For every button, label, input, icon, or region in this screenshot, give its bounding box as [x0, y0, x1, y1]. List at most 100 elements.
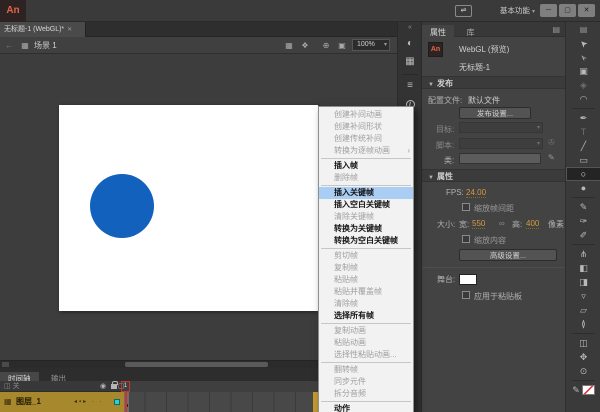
insert-keyframe[interactable]: 插入关键帧	[319, 187, 413, 199]
synchronize-symbols[interactable]: 同步元件	[319, 376, 413, 388]
menu-separator[interactable]	[321, 248, 411, 249]
fps-value[interactable]: 24.00	[466, 188, 486, 198]
create-classic-tween[interactable]: 创建传统补间	[319, 133, 413, 145]
align-panel-icon[interactable]: ≡	[398, 78, 422, 94]
convert-to-keyframes[interactable]: 转换为关键帧	[319, 223, 413, 235]
advanced-settings-button[interactable]: 高级设置...	[459, 249, 557, 261]
paste-frames[interactable]: 粘贴帧	[319, 274, 413, 286]
actions[interactable]: 动作	[319, 403, 413, 412]
scroll-left-button[interactable]	[2, 362, 9, 367]
rectangle-tool[interactable]: ▭	[566, 153, 600, 167]
ink-bottle-tool[interactable]: ◨	[566, 275, 600, 289]
blue-circle-shape[interactable]	[90, 174, 154, 238]
horizontal-scrollbar-thumb[interactable]	[125, 362, 268, 367]
publish-section-header[interactable]: ▼发布	[422, 76, 566, 89]
apply-pasteboard-checkbox[interactable]	[462, 291, 470, 299]
workspace-switcher[interactable]: 基本功能 ▾	[500, 0, 535, 22]
layer-status-controls[interactable]: ◂▪▸ · ·	[74, 392, 103, 412]
insert-blank-keyframe[interactable]: 插入空白关键帧	[319, 199, 413, 211]
clear-frames[interactable]: 清除帧	[319, 298, 413, 310]
tab-library[interactable]: 库	[458, 25, 482, 40]
oval-primitive-tool[interactable]: ●	[566, 181, 600, 195]
layer-name-label[interactable]: 图层_1	[16, 392, 41, 412]
maximize-button[interactable]: ▢	[559, 4, 576, 17]
layer-outline-color-swatch[interactable]	[114, 399, 120, 405]
minimize-button[interactable]: ─	[540, 4, 557, 17]
zoom-level-select[interactable]: 100% ▾	[352, 39, 390, 51]
class-edit-icon[interactable]: ✎	[548, 153, 555, 162]
create-motion-tween[interactable]: 创建补间动画	[319, 109, 413, 121]
color-panel-icon[interactable]: ◐	[398, 36, 422, 52]
split-audio[interactable]: 拆分音频	[319, 388, 413, 400]
edit-symbols-icon[interactable]: ❖	[299, 37, 311, 54]
paint-bucket-tool[interactable]: ◧	[566, 261, 600, 275]
hand-tool[interactable]: ✥	[566, 350, 600, 364]
sync-icon[interactable]: ⇌	[455, 5, 472, 17]
menu-separator[interactable]	[321, 323, 411, 324]
menu-help[interactable]	[88, 0, 94, 22]
panel-menu-icon[interactable]: ▤	[566, 25, 600, 35]
publish-settings-button[interactable]: 发布设置...	[459, 107, 531, 119]
zoom-tool[interactable]: ⊙	[566, 364, 600, 378]
layer-row[interactable]: ▦ 图层_1 ◂▪▸ · ·	[0, 392, 124, 412]
convert-to-frame-by-frame-animation[interactable]: 转换为逐帧动画 ›	[319, 145, 413, 157]
stage-canvas[interactable]	[59, 105, 318, 311]
center-frame-icon[interactable]: ⊕	[320, 37, 332, 54]
properties-section-header[interactable]: ▼属性	[422, 169, 566, 182]
reverse-frames[interactable]: 翻转帧	[319, 364, 413, 376]
selection-tool[interactable]: ➤	[566, 36, 600, 50]
back-icon[interactable]: ←	[4, 37, 14, 54]
show-hide-layers-icon[interactable]: ◉	[100, 381, 106, 392]
lock-layers-icon[interactable]	[111, 384, 117, 389]
subselection-tool[interactable]: ➣	[566, 50, 600, 64]
menu-separator[interactable]	[321, 158, 411, 159]
insert-frame[interactable]: 插入帧	[319, 160, 413, 172]
clip-content-icon[interactable]: ▣	[336, 37, 348, 54]
camera-toggle[interactable]: ◫ 关	[4, 381, 20, 392]
clear-keyframe[interactable]: 清除关键帧	[319, 211, 413, 223]
paint-brush-tool[interactable]: ✐	[566, 228, 600, 242]
paste-and-overwrite-frames[interactable]: 粘贴并覆盖帧	[319, 286, 413, 298]
menu-separator[interactable]	[321, 362, 411, 363]
cut-frames[interactable]: 剪切帧	[319, 250, 413, 262]
class-input[interactable]	[459, 153, 541, 164]
text-tool[interactable]: T	[566, 125, 600, 139]
camera-tool[interactable]: ◫	[566, 336, 600, 350]
copy-frames[interactable]: 复制帧	[319, 262, 413, 274]
pen-tool[interactable]: ✒	[566, 111, 600, 125]
swatches-panel-icon[interactable]: ▦	[398, 54, 422, 70]
brush-tool[interactable]: ✑	[566, 214, 600, 228]
eraser-tool[interactable]: ▱	[566, 303, 600, 317]
playhead[interactable]: 1	[121, 381, 130, 392]
tab-close-icon[interactable]: ✕	[67, 27, 72, 33]
tab-properties[interactable]: 属性	[422, 25, 454, 40]
width-value[interactable]: 550	[472, 219, 485, 229]
pencil-tool[interactable]: ✎	[566, 200, 600, 214]
remove-frames[interactable]: 删除帧	[319, 172, 413, 184]
lasso-tool[interactable]: ◠	[566, 92, 600, 106]
oval-tool[interactable]: ○	[566, 167, 600, 181]
select-all-frames[interactable]: 选择所有帧	[319, 310, 413, 322]
menu-separator[interactable]	[321, 185, 411, 186]
paste-motion[interactable]: 粘贴动画	[319, 337, 413, 349]
link-dimensions-icon[interactable]: ∞	[499, 219, 505, 228]
line-tool[interactable]: ╱	[566, 139, 600, 153]
eyedropper-tool[interactable]: ▿	[566, 289, 600, 303]
document-tab[interactable]: 无标题-1 (WebGL)*✕	[0, 22, 86, 37]
paste-motion-special[interactable]: 选择性粘贴动画...	[319, 349, 413, 361]
create-shape-tween[interactable]: 创建补间形状	[319, 121, 413, 133]
scale-content-checkbox[interactable]	[462, 235, 470, 243]
copy-motion[interactable]: 复制动画	[319, 325, 413, 337]
scale-spans-checkbox[interactable]	[462, 203, 470, 211]
close-button[interactable]: ✕	[578, 4, 595, 17]
expand-panels-icon[interactable]: «	[398, 22, 422, 34]
height-value[interactable]: 400	[526, 219, 539, 229]
convert-to-blank-keyframes[interactable]: 转换为空白关键帧	[319, 235, 413, 247]
3d-rotation-tool[interactable]: ◈	[566, 78, 600, 92]
free-transform-tool[interactable]: ▣	[566, 64, 600, 78]
width-tool[interactable]: ≬	[566, 317, 600, 331]
edit-scene-icon[interactable]: ▦	[283, 37, 295, 54]
stage-color-swatch[interactable]	[459, 274, 477, 285]
bone-tool[interactable]: ⋔	[566, 247, 600, 261]
panel-menu-icon[interactable]: ▤	[552, 25, 560, 34]
